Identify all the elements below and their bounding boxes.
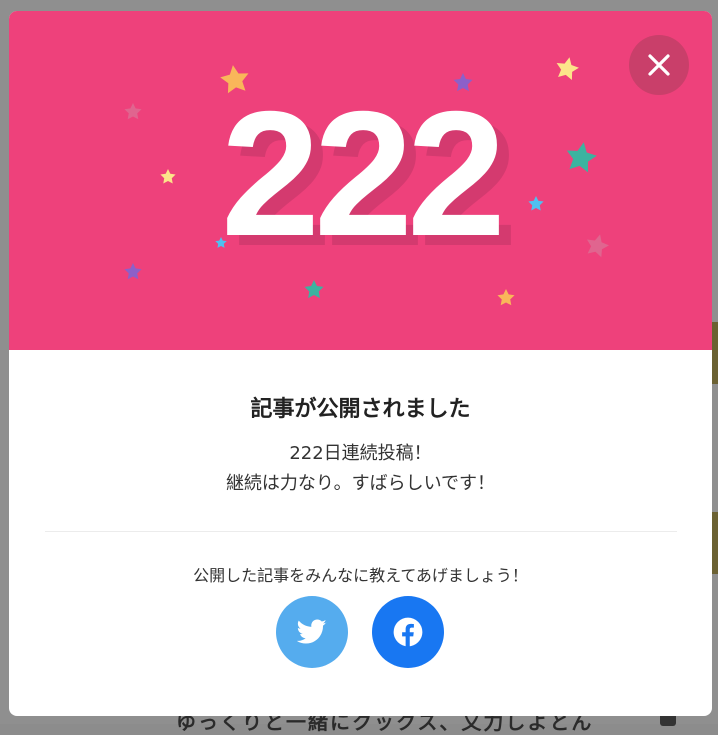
twitter-bird-icon	[297, 619, 327, 644]
divider	[45, 531, 677, 532]
close-icon	[648, 54, 670, 76]
streak-count: 222	[221, 74, 506, 273]
streak-message: 222日連続投稿！	[289, 443, 432, 464]
star-icon	[497, 289, 515, 306]
close-button[interactable]	[629, 35, 689, 95]
background-edge-block	[712, 322, 718, 384]
background-edge-block	[712, 512, 718, 574]
facebook-f-icon	[393, 617, 423, 647]
share-prompt: 公開した記事をみんなに教えてあげましょう！	[193, 566, 528, 585]
praise-message: 継続は力なり。すばらしいです！	[225, 473, 496, 494]
modal-title: 記事が公開されました	[250, 397, 471, 422]
celebration-hero: 222 222	[9, 11, 712, 350]
twitter-share-button[interactable]	[276, 596, 348, 668]
publish-success-modal: 222 222 記事が公開されました 222日連続投稿！ 継続は力なり。すばらし…	[9, 11, 712, 716]
facebook-share-button[interactable]	[372, 596, 444, 668]
star-icon	[553, 54, 581, 81]
